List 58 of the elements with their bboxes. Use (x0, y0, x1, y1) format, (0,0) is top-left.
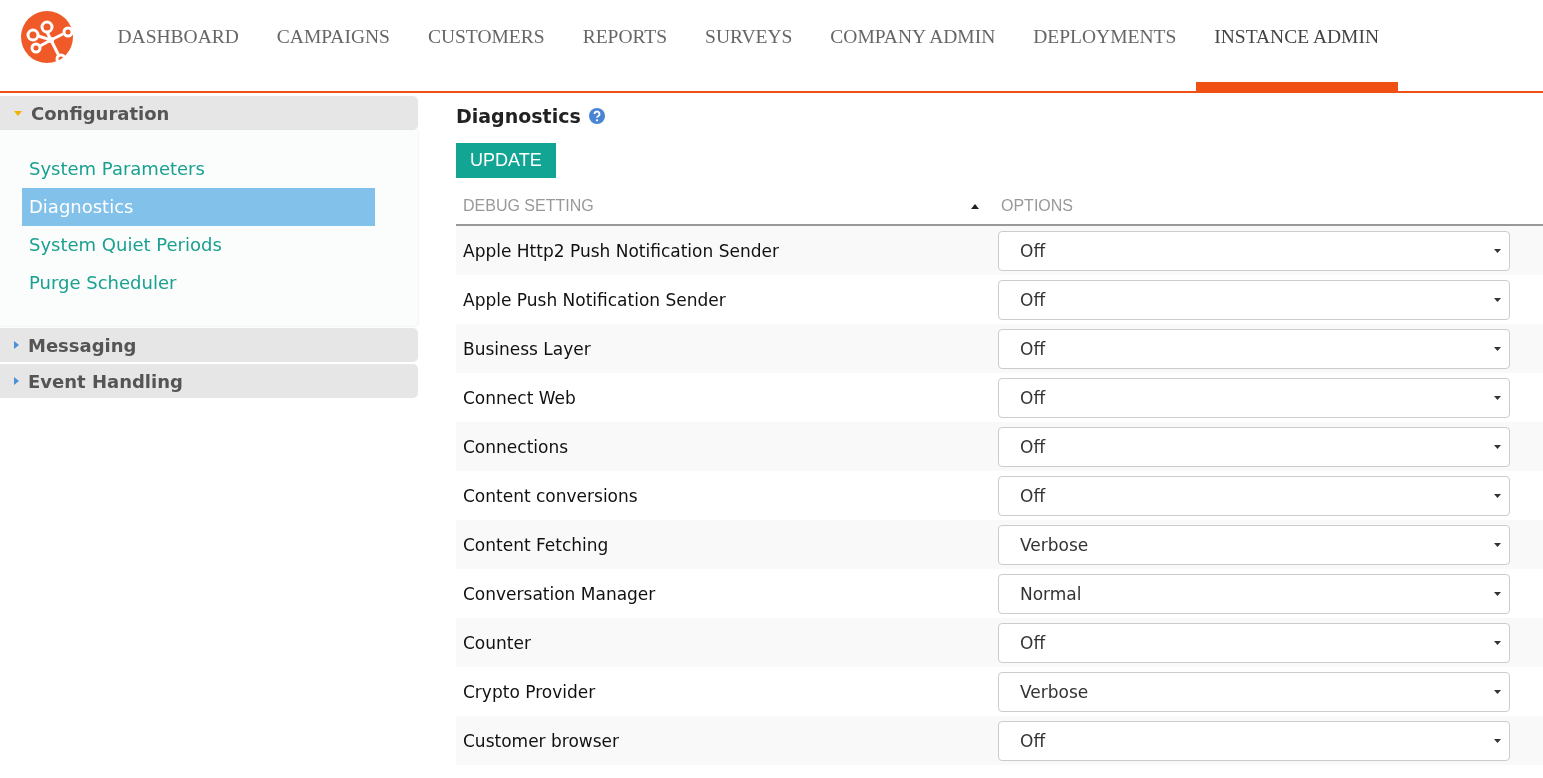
nav-tab[interactable]: CUSTOMERS (409, 0, 564, 91)
option-dropdown[interactable]: Verbose (998, 671, 1510, 712)
table-cell: Content conversions (463, 485, 638, 506)
logo-icon[interactable] (21, 11, 73, 63)
caret-right-icon (14, 377, 19, 385)
table-cell: Customer browser (463, 730, 619, 751)
caret-down-icon (1494, 542, 1501, 547)
option-dropdown[interactable]: Off (998, 720, 1510, 761)
section-title: Event Handling (28, 370, 183, 392)
section-title: Messaging (28, 334, 137, 356)
table-cell: Conversation Manager (463, 583, 656, 604)
nav-tab[interactable]: COMPANY ADMIN (811, 0, 1014, 91)
option-dropdown[interactable]: Off (998, 622, 1510, 663)
caret-down-icon (1494, 395, 1501, 400)
page-title: Diagnostics (456, 105, 581, 127)
caret-down-icon (14, 110, 22, 116)
help-icon[interactable] (588, 108, 605, 124)
table-cell: Apple Http2 Push Notification Sender (463, 240, 779, 261)
nav-tab[interactable]: DEPLOYMENTS (1014, 0, 1195, 91)
caret-down-icon (1494, 444, 1501, 449)
nav-tab[interactable]: INSTANCE ADMIN (1195, 0, 1398, 91)
update-button[interactable]: UPDATE (456, 143, 556, 178)
nav-tab[interactable]: CAMPAIGNS (258, 0, 409, 91)
option-dropdown[interactable]: Off (998, 230, 1510, 271)
caret-right-icon (14, 341, 19, 349)
caret-down-icon (1494, 248, 1501, 253)
table-cell: Counter (463, 632, 531, 653)
option-dropdown[interactable]: Verbose (998, 524, 1510, 565)
table-cell: Connect Web (463, 387, 576, 408)
sort-ascending-icon[interactable] (971, 203, 979, 209)
section-title: Configuration (31, 102, 170, 124)
caret-down-icon (1494, 493, 1501, 498)
table-cell: Apple Push Notification Sender (463, 289, 726, 310)
caret-down-icon (1494, 297, 1501, 302)
sidebar-link[interactable]: System Parameters (22, 150, 375, 188)
option-dropdown[interactable]: Off (998, 328, 1510, 369)
caret-down-icon (1494, 591, 1501, 596)
caret-down-icon (1494, 640, 1501, 645)
caret-down-icon (1494, 738, 1501, 743)
sidebar-link[interactable]: System Quiet Periods (22, 226, 375, 264)
caret-down-icon (1494, 346, 1501, 351)
nav-tab[interactable]: DASHBOARD (99, 0, 258, 91)
option-dropdown[interactable]: Off (998, 475, 1510, 516)
accordion-header[interactable]: Event Handling (0, 364, 418, 398)
option-dropdown[interactable]: Normal (998, 573, 1510, 614)
option-dropdown[interactable]: Off (998, 426, 1510, 467)
table-cell: Connections (463, 436, 569, 457)
option-dropdown[interactable]: Off (998, 377, 1510, 418)
sidebar-link[interactable]: Purge Scheduler (22, 264, 375, 302)
nav-tab[interactable]: REPORTS (564, 0, 686, 91)
table-cell: Crypto Provider (463, 681, 596, 702)
table-cell: Business Layer (463, 338, 591, 359)
nav-tab[interactable]: SURVEYS (686, 0, 811, 91)
accordion-header[interactable]: Configuration (0, 96, 418, 130)
option-dropdown[interactable]: Off (998, 279, 1510, 320)
accordion-header[interactable]: Messaging (0, 328, 418, 362)
caret-down-icon (1494, 689, 1501, 694)
table-cell: Content Fetching (463, 534, 609, 555)
